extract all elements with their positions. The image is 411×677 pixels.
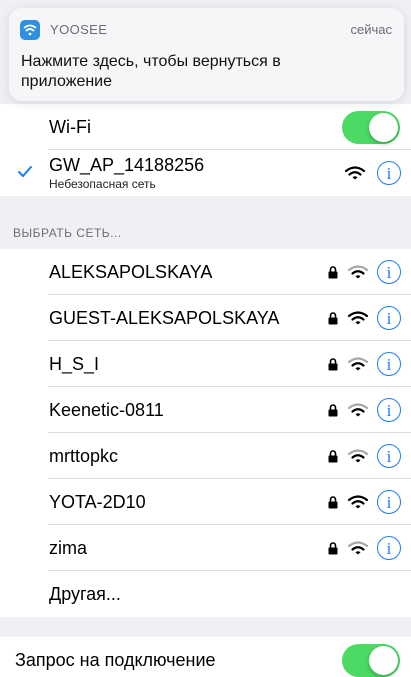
notification-time: сейчас — [350, 22, 393, 37]
network-name: zima — [49, 538, 88, 558]
choose-network-header: ВЫБРАТЬ СЕТЬ... — [13, 226, 122, 240]
info-icon[interactable]: i — [377, 444, 401, 468]
network-name: GUEST-ALEKSAPOLSKAYA — [49, 308, 280, 328]
network-row[interactable]: ALEKSAPOLSKAYA i — [0, 249, 411, 295]
lock-icon — [328, 312, 338, 330]
lock-icon — [328, 542, 338, 560]
network-row[interactable]: GUEST-ALEKSAPOLSKAYA i — [0, 295, 411, 341]
info-icon[interactable]: i — [377, 161, 401, 185]
ask-to-join-row: Запрос на подключение — [0, 637, 411, 677]
connected-network-row[interactable]: GW_AP_14188256 Небезопасная сеть i — [0, 150, 411, 196]
info-icon[interactable]: i — [377, 352, 401, 376]
notification-message: Нажмите здесь, чтобы вернуться в приложе… — [21, 53, 281, 90]
wifi-signal-icon — [347, 541, 369, 561]
wifi-signal-icon — [347, 357, 369, 377]
wifi-signal-icon — [347, 311, 369, 331]
info-icon[interactable]: i — [377, 260, 401, 284]
info-icon[interactable]: i — [377, 306, 401, 330]
network-row[interactable]: H_S_I i — [0, 341, 411, 387]
network-name: H_S_I — [49, 354, 100, 374]
network-name: YOTA-2D10 — [49, 492, 146, 512]
network-row[interactable]: Keenetic-0811 i — [0, 387, 411, 433]
wifi-signal-icon — [347, 495, 369, 515]
other-network-row[interactable]: Другая... — [0, 571, 411, 617]
checkmark-icon — [18, 166, 32, 177]
wifi-group: Wi-Fi GW_AP_14188256 Небезопасная сеть i — [0, 104, 411, 196]
ask-to-join-label: Запрос на подключение — [15, 650, 216, 670]
network-row[interactable]: mrttopkc i — [0, 433, 411, 479]
lock-icon — [328, 358, 338, 376]
info-icon[interactable]: i — [377, 536, 401, 560]
wifi-signal-icon — [347, 265, 369, 285]
wifi-toggle-row: Wi-Fi — [0, 104, 411, 150]
notification-app-name: YOOSEE — [50, 22, 108, 37]
wifi-signal-icon — [347, 403, 369, 423]
network-name: mrttopkc — [49, 446, 119, 466]
connected-network-name: GW_AP_14188256 — [49, 155, 205, 175]
lock-icon — [328, 404, 338, 422]
info-icon[interactable]: i — [377, 490, 401, 514]
connected-network-status: Небезопасная сеть — [49, 177, 156, 191]
network-row[interactable]: zima i — [0, 525, 411, 571]
lock-icon — [328, 496, 338, 514]
info-icon[interactable]: i — [377, 398, 401, 422]
network-name: ALEKSAPOLSKAYA — [49, 262, 213, 282]
network-row[interactable]: YOTA-2D10 i — [0, 479, 411, 525]
wifi-label: Wi-Fi — [49, 117, 91, 137]
network-name: Keenetic-0811 — [49, 400, 164, 420]
lock-icon — [328, 266, 338, 284]
wifi-signal-icon — [347, 449, 369, 469]
wifi-toggle[interactable] — [342, 111, 400, 144]
ask-to-join-group: Запрос на подключение — [0, 637, 411, 677]
network-list: ALEKSAPOLSKAYA i GUEST-ALEKSAPOLSKAYA i H_S_… — [0, 249, 411, 617]
lock-icon — [328, 450, 338, 468]
ask-to-join-toggle[interactable] — [342, 644, 400, 677]
notification-banner[interactable]: YOOSEE сейчас Нажмите здесь, чтобы верну… — [9, 8, 404, 101]
yoosee-app-icon — [20, 20, 40, 40]
other-network-label: Другая... — [49, 584, 121, 604]
wifi-signal-icon — [344, 166, 366, 186]
